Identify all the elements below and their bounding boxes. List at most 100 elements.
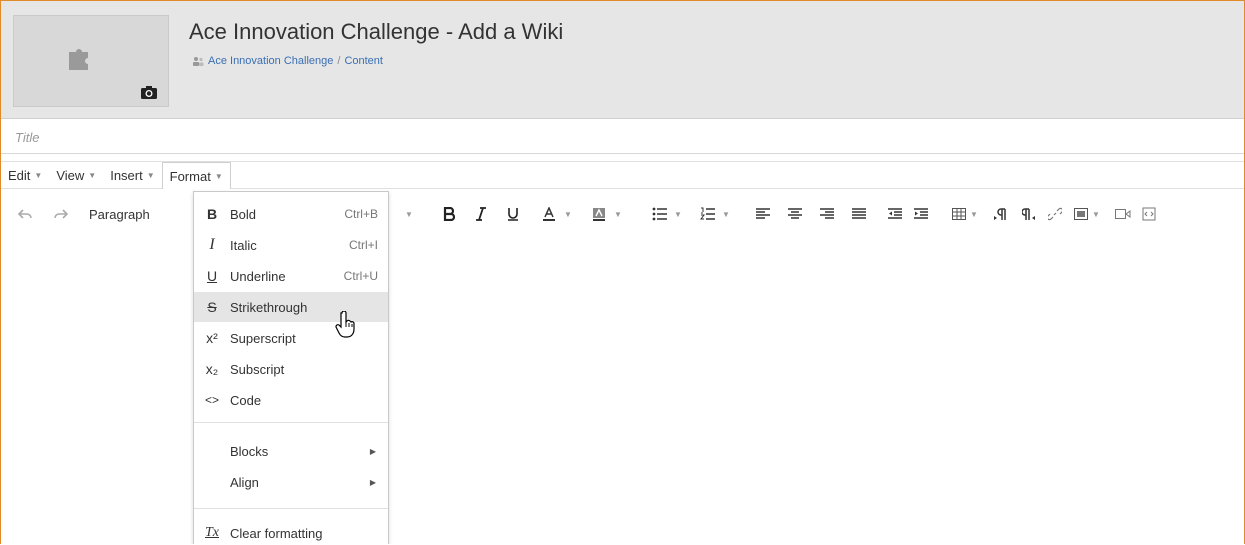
editor-content-area[interactable] [1, 233, 1244, 544]
menu-item-label: Clear formatting [230, 525, 323, 541]
chevron-down-icon: ▼ [970, 209, 978, 219]
paragraph-rtl-icon [1022, 208, 1035, 220]
breadcrumb-section-link[interactable]: Content [344, 55, 383, 67]
bold-icon [443, 207, 455, 221]
title-field-row [1, 119, 1244, 154]
code-sample-icon [1142, 207, 1156, 221]
undo-icon [18, 209, 32, 219]
menu-edit-label: Edit [8, 167, 31, 183]
numbered-list-button[interactable]: ▼ [697, 202, 733, 226]
camera-icon[interactable] [140, 84, 158, 100]
menu-item-strikethrough[interactable]: S Strikethrough [194, 292, 388, 322]
menu-edit[interactable]: Edit ▼ [1, 162, 49, 188]
menu-item-blocks[interactable]: Blocks ▶ [194, 436, 388, 466]
group-icon [193, 57, 204, 66]
menu-item-subscript[interactable]: x₂ Subscript [194, 354, 388, 384]
align-left-button[interactable] [753, 202, 773, 226]
menu-divider [194, 422, 388, 423]
menu-item-shortcut: Ctrl+I [348, 238, 378, 252]
chevron-down-icon: ▼ [34, 170, 43, 180]
chevron-down-icon: ▼ [614, 209, 622, 219]
italic-icon: I [209, 236, 215, 253]
chevron-right-icon: ▶ [369, 446, 376, 456]
page-header: Ace Innovation Challenge - Add a Wiki Ac… [1, 1, 1244, 119]
italic-icon [476, 207, 486, 221]
text-color-icon [543, 207, 556, 221]
menu-item-label: Underline [230, 268, 286, 284]
menu-format[interactable]: Format ▼ [161, 162, 231, 189]
outdent-button[interactable] [885, 202, 905, 226]
chevron-down-icon: ▼ [674, 209, 682, 219]
menu-view[interactable]: View ▼ [49, 162, 103, 188]
superscript-icon: x² [206, 330, 218, 346]
bullet-list-button[interactable]: ▼ [649, 202, 685, 226]
menu-item-bold[interactable]: B Bold Ctrl+B [194, 199, 388, 229]
code-sample-button[interactable] [1139, 202, 1159, 226]
text-color-button[interactable]: ▼ [539, 202, 575, 226]
undo-button[interactable] [17, 202, 33, 226]
menu-item-align[interactable]: Align ▶ [194, 467, 388, 497]
video-button[interactable] [1113, 202, 1133, 226]
clear-formatting-icon: Tx [205, 525, 219, 540]
rtl-button[interactable] [1019, 202, 1039, 226]
menu-item-clear-formatting[interactable]: Tx Clear formatting [194, 518, 388, 544]
menu-view-label: View [56, 167, 85, 183]
highlight-icon [593, 208, 606, 221]
menu-item-code[interactable]: <> Code [194, 385, 388, 415]
chevron-down-icon: ▼ [1092, 209, 1100, 219]
paragraph-ltr-icon [994, 208, 1006, 220]
hand-pointer-icon [335, 311, 355, 338]
align-justify-button[interactable] [849, 202, 869, 226]
align-center-button[interactable] [785, 202, 805, 226]
chevron-down-icon: ▼ [146, 170, 155, 180]
italic-button[interactable] [471, 202, 491, 226]
menu-insert[interactable]: Insert ▼ [103, 162, 161, 188]
menu-item-underline[interactable]: U Underline Ctrl+U [194, 261, 388, 291]
image-button[interactable]: ▼ [1069, 202, 1105, 226]
redo-button[interactable] [53, 202, 69, 226]
video-icon [1115, 209, 1131, 219]
menu-insert-label: Insert [110, 167, 143, 183]
underline-button[interactable] [503, 202, 523, 226]
indent-button[interactable] [911, 202, 931, 226]
chevron-down-icon: ▼ [405, 209, 413, 219]
link-button[interactable] [1045, 202, 1065, 226]
indent-icon [914, 208, 928, 219]
table-button[interactable]: ▼ [947, 202, 983, 226]
ltr-button[interactable] [991, 202, 1011, 226]
menu-item-italic[interactable]: I Italic Ctrl+I [194, 230, 388, 260]
background-color-button[interactable]: ▼ [589, 202, 625, 226]
code-icon: <> [204, 393, 219, 407]
chevron-down-icon: ▼ [564, 209, 572, 219]
align-right-button[interactable] [817, 202, 837, 226]
breadcrumb-separator: / [337, 55, 341, 67]
menu-item-label: Strikethrough [230, 299, 308, 315]
outdent-icon [888, 208, 902, 219]
image-icon [1074, 208, 1089, 220]
align-right-icon [820, 208, 834, 219]
breadcrumb-group-link[interactable]: Ace Innovation Challenge [208, 55, 333, 67]
menu-item-label: Superscript [230, 330, 296, 346]
bold-icon: B [206, 206, 218, 222]
puzzle-piece-icon [69, 49, 88, 70]
menu-item-label: Code [230, 392, 262, 408]
font-size-dropdown[interactable]: ▼ [399, 202, 419, 226]
chevron-right-icon: ▶ [369, 477, 376, 487]
link-icon [1048, 207, 1062, 221]
menu-format-label: Format [169, 168, 211, 184]
title-input[interactable] [13, 126, 617, 148]
table-icon [952, 208, 967, 220]
bold-button[interactable] [439, 202, 459, 226]
menu-item-label: Bold [230, 206, 257, 222]
subscript-icon: x₂ [205, 361, 219, 377]
align-justify-icon [852, 208, 866, 219]
menu-item-superscript[interactable]: x² Superscript [194, 323, 388, 353]
underline-icon [508, 208, 518, 221]
wiki-thumbnail[interactable] [13, 15, 169, 107]
page-title: Ace Innovation Challenge - Add a Wiki [189, 19, 564, 44]
block-format-select[interactable]: Paragraph [89, 202, 189, 226]
align-left-icon [756, 208, 770, 219]
breadcrumb: Ace Innovation Challenge / Content [192, 55, 383, 67]
editor-toolbar: Paragraph ▼ ▼ ▼ ▼ ▼ ▼ ▼ [1, 197, 1244, 231]
menu-item-shortcut: Ctrl+B [344, 207, 378, 221]
